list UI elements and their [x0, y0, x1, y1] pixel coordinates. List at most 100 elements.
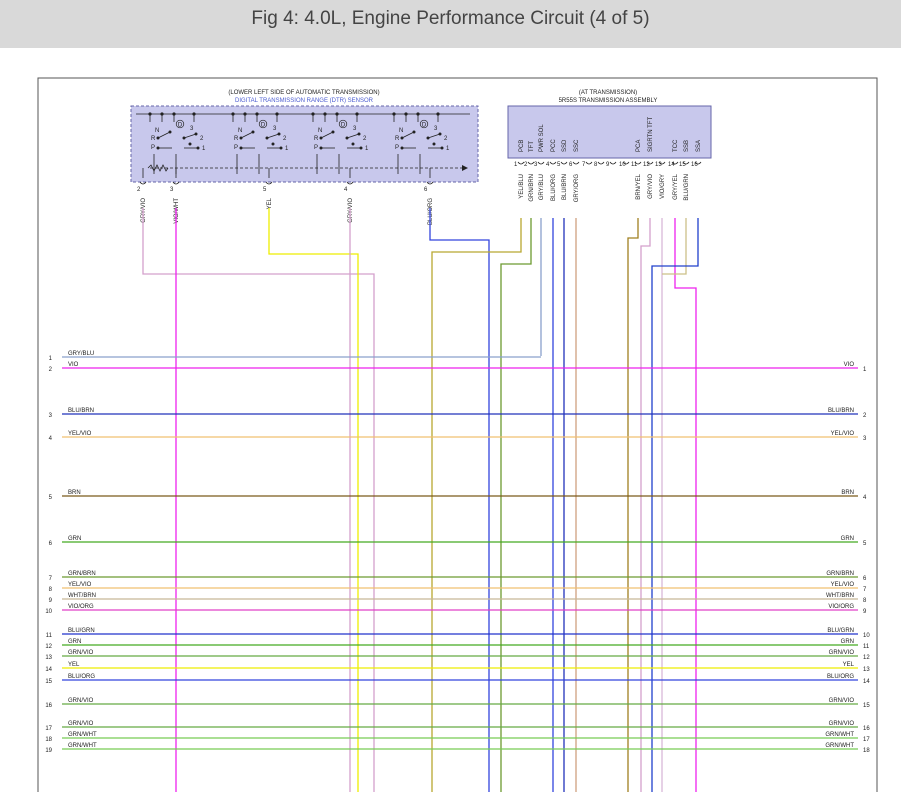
left-wire-label: VIO	[68, 362, 79, 368]
pin-wire-label: YEL	[267, 197, 273, 209]
contact-node	[351, 142, 355, 146]
left-line-number: 17	[45, 726, 52, 732]
left-wire-label: GRN	[68, 639, 81, 645]
right-line-number: 11	[863, 644, 870, 650]
terminal-number: 14	[668, 162, 675, 168]
dtr-sensor-box	[130, 105, 479, 183]
contact-node	[426, 136, 430, 140]
left-line-number: 15	[45, 679, 52, 685]
right-wire-label: GRN/VIO	[829, 650, 855, 656]
harness-end-2: BLU/BRN 2	[828, 408, 867, 419]
switch-letter: P	[314, 145, 318, 151]
terminal-number: 4	[546, 162, 550, 168]
right-wire-label: BLU/GRN	[827, 628, 854, 634]
right-line-number: 14	[863, 679, 870, 685]
left-line-number: 16	[45, 703, 52, 709]
contact-node	[319, 136, 323, 140]
bus-node	[148, 112, 152, 116]
contact-node	[156, 136, 160, 140]
terminal-number: 2	[524, 162, 528, 168]
contact-node	[412, 130, 416, 134]
harness-end-7: YEL/VIO 7	[831, 582, 867, 593]
switch-letter: R	[151, 136, 156, 142]
right-wire-label: GRN	[841, 639, 854, 645]
bus-node	[255, 112, 259, 116]
harness-end-9: VIO/ORG 9	[828, 604, 867, 615]
left-wire-label: GRN/WHT	[68, 732, 97, 738]
contact-node	[345, 136, 349, 140]
drive-letter: D	[178, 123, 183, 129]
terminal-function: TCC	[673, 139, 679, 152]
right-line-number: 2	[863, 413, 867, 419]
switch-letter: R	[234, 136, 239, 142]
terminal-number: 1	[514, 162, 518, 168]
right-wire-label: GRN/VIO	[829, 698, 855, 704]
left-wire-label: GRY/BLU	[68, 351, 94, 357]
left-wire-label: GRN/BRN	[68, 571, 96, 577]
contact-node	[251, 130, 255, 134]
right-wire-label: VIO	[844, 362, 855, 368]
terminal-number: 16	[691, 162, 698, 168]
terminal-wire-label: GRY/BLU	[539, 174, 545, 200]
right-wire-label: YEL/VIO	[831, 431, 855, 437]
right-line-number: 15	[863, 703, 870, 709]
harness-line-13: 13 GRN/VIO	[45, 650, 858, 661]
harness-line-17: 17 GRN/VIO	[45, 721, 858, 732]
drive-letter: D	[341, 123, 346, 129]
contact-node	[331, 130, 335, 134]
circuit-wire-6	[431, 218, 522, 792]
contact-node	[265, 136, 269, 140]
switch-letter: P	[234, 145, 238, 151]
contact-node	[277, 132, 281, 136]
left-wire-label: VIO/ORG	[68, 604, 94, 610]
contact-node	[432, 142, 436, 146]
harness-end-5: GRN 5	[841, 536, 867, 547]
left-line-number: 8	[49, 587, 53, 593]
left-line-number: 9	[49, 598, 53, 604]
terminal-number: 6	[569, 162, 573, 168]
pin-number: 2	[137, 187, 141, 193]
trans-terminal-8: 8	[594, 161, 605, 168]
left-wire-label: BRN	[68, 490, 81, 496]
left-line-number: 4	[49, 436, 53, 442]
terminal-function: SSB	[684, 140, 690, 152]
right-wire-label: BRN	[841, 490, 854, 496]
left-wire-label: GRN/VIO	[68, 698, 94, 704]
left-line-number: 7	[49, 576, 53, 582]
bus-node	[355, 112, 359, 116]
harness-line-10: 10 VIO/ORG	[45, 604, 858, 615]
right-wire-label: GRN/VIO	[829, 721, 855, 727]
contact-node	[196, 146, 200, 150]
left-wire-label: GRN/VIO	[68, 650, 94, 656]
harness-line-6: 6 GRN	[49, 536, 858, 547]
left-wire-label: BLU/ORG	[68, 674, 95, 680]
terminal-function: PCB	[519, 140, 525, 152]
harness-end-8: WHT/BRN 8	[826, 593, 867, 604]
harness-end-16: GRN/VIO 16	[829, 721, 871, 732]
contact-node	[194, 132, 198, 136]
left-wire-label: BLU/BRN	[68, 408, 94, 414]
right-wire-label: VIO/ORG	[828, 604, 854, 610]
harness-line-9: 9 WHT/BRN	[49, 593, 858, 604]
contact-node	[271, 142, 275, 146]
figure-title: Fig 4: 4.0L, Engine Performance Circuit …	[251, 8, 650, 29]
right-line-number: 3	[863, 436, 867, 442]
terminal-connector	[609, 161, 617, 165]
pin-wire-label: BLU/ORG	[428, 198, 434, 225]
right-line-number: 6	[863, 576, 867, 582]
left-wire-label: GRN/WHT	[68, 743, 97, 749]
terminal-number: 7	[582, 162, 586, 168]
left-wire-label: GRN/VIO	[68, 721, 94, 727]
right-line-number: 18	[863, 748, 870, 754]
harness-end-17: GRN/WHT 17	[825, 732, 870, 743]
drive-letter: D	[261, 123, 266, 129]
harness-end-6: GRN/BRN 6	[826, 571, 867, 582]
trans-terminal-10: 10	[619, 161, 630, 168]
terminal-connector	[537, 161, 545, 165]
right-wire-label: WHT/BRN	[826, 593, 854, 599]
terminal-wire-label: GRY/ORG	[574, 174, 580, 203]
switch-letter: N	[318, 128, 322, 134]
harness-line-1: 1 GRY/BLU	[49, 351, 541, 362]
left-line-number: 2	[49, 367, 53, 373]
left-wire-label: GRN	[68, 536, 81, 542]
